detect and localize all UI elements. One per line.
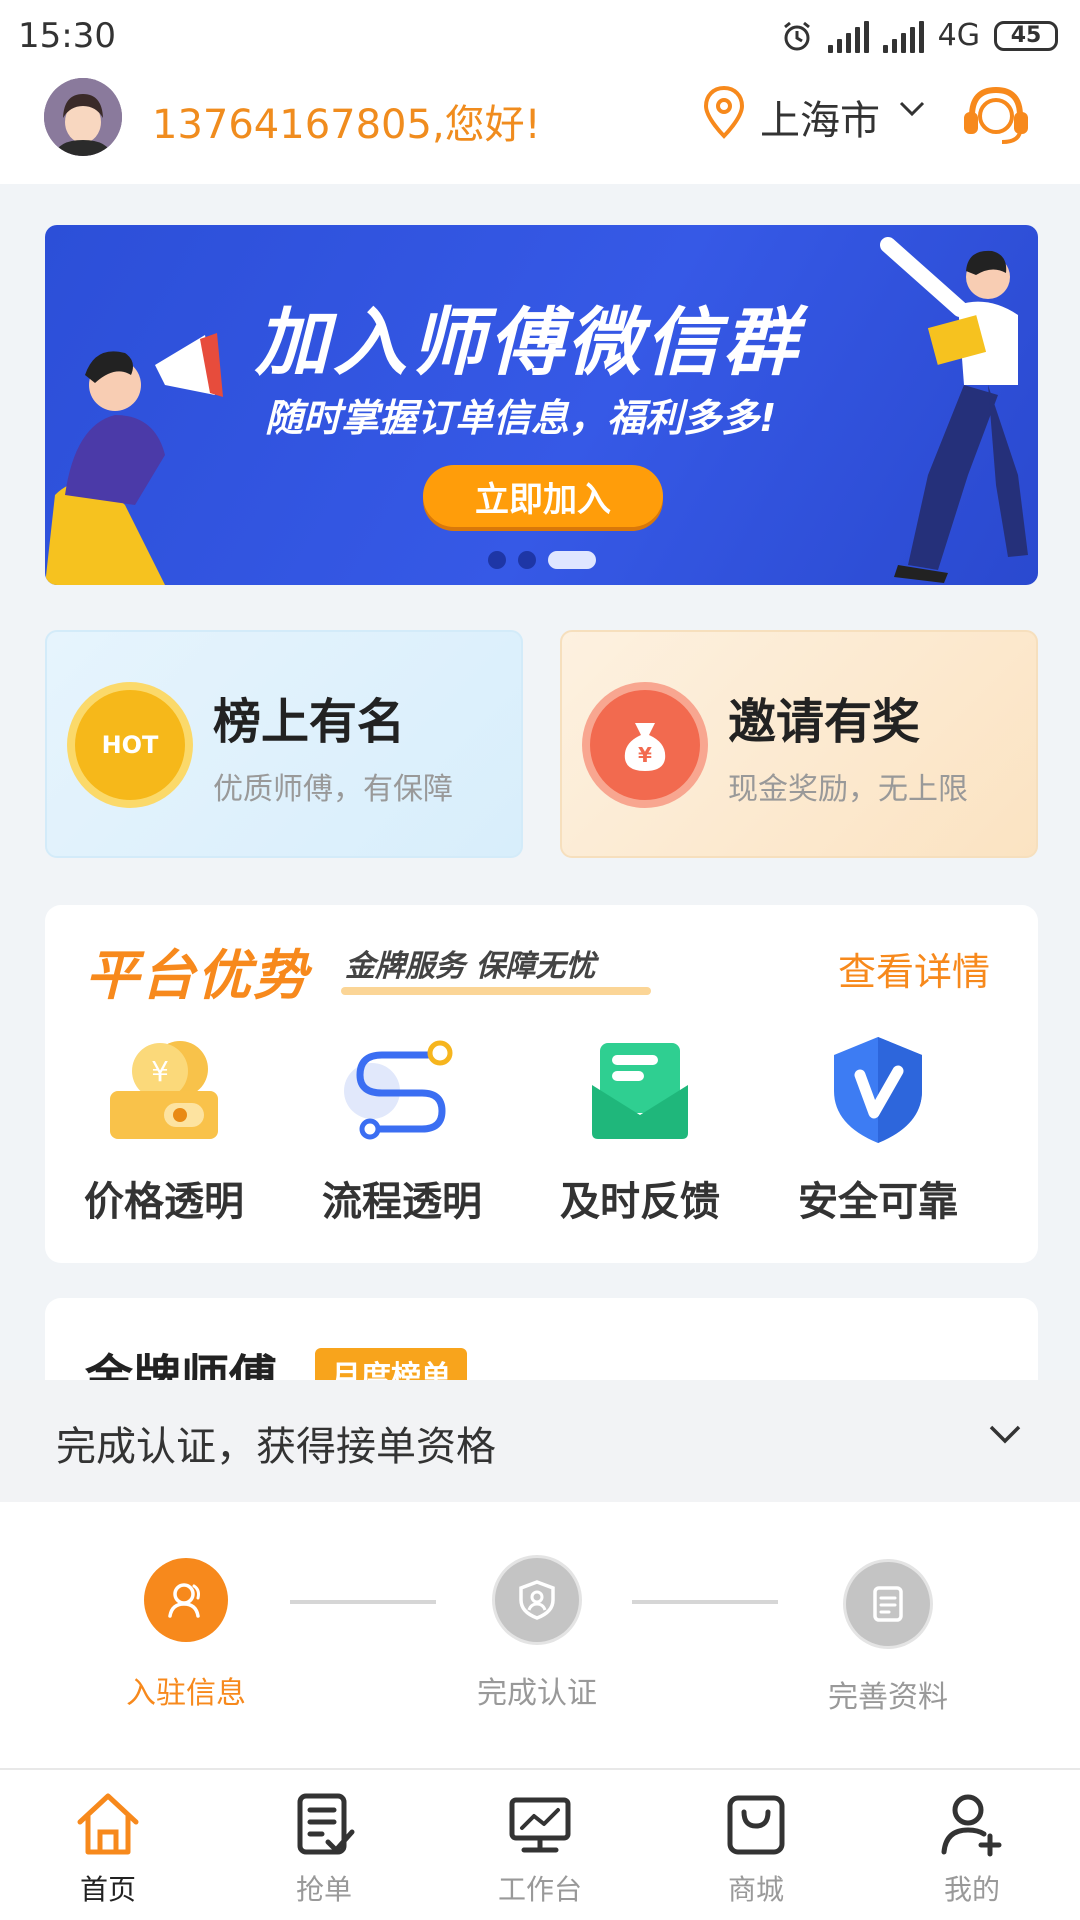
alarm-icon [783,21,810,50]
envelope-icon [580,1035,700,1145]
title-underline-decoration [341,987,651,995]
battery-icon: 45 [994,20,1058,51]
certification-steps-panel: 入驻信息 完成认证 完善资料 [0,1502,1080,1768]
signal-icon-2 [882,19,924,53]
certification-prompt-text: 完成认证，获得接单资格 [56,1424,496,1470]
coin-wallet-icon: ¥ [104,1035,224,1145]
status-bar: 15:30 4G 45 [0,0,1080,74]
profile-add-icon [936,1788,1008,1860]
carousel-dots[interactable] [488,551,596,569]
greeting-text: 13764167805,您好! [152,102,541,148]
advantage-label: 价格透明 [84,1179,244,1225]
svg-text:¥: ¥ [151,1055,169,1088]
advantage-item[interactable]: 安全可靠 [759,1035,997,1227]
step-label: 完成认证 [477,1676,597,1711]
location-pin-icon[interactable] [700,84,748,140]
banner-title: 加入师傅微信群 [255,300,801,386]
nav-label: 抢单 [295,1873,352,1906]
advantage-item[interactable]: 及时反馈 [521,1035,759,1227]
chevron-down-icon[interactable] [898,100,926,118]
status-time: 15:30 [18,16,116,56]
step-settle-info[interactable]: 入驻信息 [86,1558,286,1712]
advantage-item[interactable]: 流程透明 [283,1035,521,1227]
step-complete-profile[interactable]: 完善资料 [788,1562,988,1716]
advantages-list: ¥ 价格透明 流程透明 及时反馈 安全可靠 [45,1035,1038,1227]
advantage-label: 安全可靠 [798,1179,958,1225]
nav-shop[interactable]: 商城 [648,1770,864,1920]
nav-label: 工作台 [497,1873,582,1906]
network-type: 4G [937,18,980,53]
advantages-title: 平台优势 [85,944,309,1007]
nav-workbench[interactable]: 工作台 [432,1770,648,1920]
step-connector [290,1600,436,1604]
avatar[interactable] [44,78,122,156]
advantage-label: 及时反馈 [560,1179,720,1225]
signal-icon [827,19,869,53]
promo-title: 榜上有名 [213,694,406,750]
status-icons: 4G 45 [780,18,1058,53]
advantage-item[interactable]: ¥ 价格透明 [45,1035,283,1227]
reading-person-illustration [880,237,1028,583]
nav-mine[interactable]: 我的 [864,1770,1080,1920]
step-label: 入驻信息 [126,1676,246,1711]
promo-title: 邀请有奖 [728,694,921,750]
banner-carousel[interactable]: 加入师傅微信群 随时掌握订单信息，福利多多! 立即加入 [45,225,1038,585]
home-icon [72,1788,144,1860]
shield-user-icon [495,1558,579,1642]
promo-subtitle: 优质师傅，有保障 [213,772,453,807]
shield-v-icon [818,1035,938,1145]
battery-level: 45 [1010,23,1042,48]
process-flow-icon [342,1035,462,1145]
advantage-label: 流程透明 [322,1179,482,1225]
order-list-icon [288,1788,360,1860]
certification-prompt-bar[interactable]: 完成认证，获得接单资格 [0,1380,1080,1502]
carousel-dot[interactable] [488,551,506,569]
megaphone-person-illustration [45,333,223,585]
chevron-down-icon[interactable] [988,1424,1022,1446]
bottom-navigation: 首页 抢单 工作台 商城 我的 [0,1768,1080,1920]
invite-promo-card[interactable]: ¥ 邀请有奖 现金奖励，无上限 [560,630,1038,858]
workbench-icon [504,1788,576,1860]
carousel-dot[interactable] [518,551,536,569]
promo-subtitle: 现金奖励，无上限 [728,772,968,807]
money-bag-icon: ¥ [590,690,700,800]
step-complete-certification[interactable]: 完成认证 [437,1558,637,1712]
join-now-button[interactable]: 立即加入 [423,465,663,527]
document-icon [846,1562,930,1646]
shop-bag-icon [720,1788,792,1860]
customer-service-icon[interactable] [958,80,1034,148]
platform-advantages-card: 平台优势 金牌服务 保障无忧 查看详情 ¥ 价格透明 流程透明 及时反馈 安全可… [45,905,1038,1263]
nav-grab-order[interactable]: 抢单 [216,1770,432,1920]
banner-subtitle: 随时掌握订单信息，福利多多! [265,396,777,440]
nav-label: 我的 [943,1873,1000,1906]
header: 13764167805,您好! 上海市 [0,74,1080,184]
nav-label: 商城 [727,1873,784,1906]
ranking-promo-card[interactable]: HOT 榜上有名 优质师傅，有保障 [45,630,523,858]
nav-home[interactable]: 首页 [0,1770,216,1920]
city-selector[interactable]: 上海市 [760,88,880,146]
money-bag-symbol: ¥ [638,743,652,767]
advantages-subtitle: 金牌服务 保障无忧 [345,949,596,984]
hot-icon-text: HOT [101,731,159,759]
step-connector [632,1600,778,1604]
view-details-link[interactable]: 查看详情 [838,941,990,996]
nav-label: 首页 [79,1873,136,1906]
carousel-dot-active[interactable] [548,551,596,569]
step-label: 完善资料 [828,1680,948,1715]
user-profile-icon [144,1558,228,1642]
hot-icon: HOT [75,690,185,800]
